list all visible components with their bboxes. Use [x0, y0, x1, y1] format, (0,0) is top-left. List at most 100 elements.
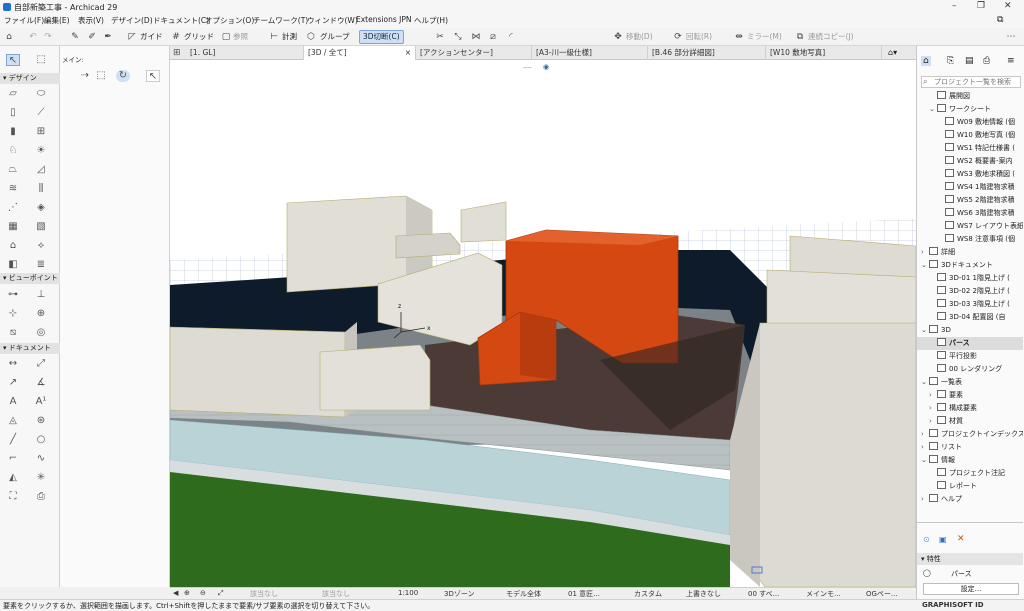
mep-button[interactable]: メインモ... — [806, 589, 841, 599]
split-icon[interactable]: ✂ — [434, 31, 446, 43]
lamp-tool-icon[interactable]: ☀ — [34, 145, 48, 157]
group-icon[interactable]: ⬡ — [305, 31, 317, 43]
shell-tool-icon[interactable]: ◿ — [34, 164, 48, 176]
line-tool-icon[interactable]: ╱ — [6, 434, 20, 446]
nav-item[interactable]: WS1 特記仕様書 ( — [917, 142, 1023, 155]
polyline-tool-icon[interactable]: ≣ — [34, 259, 48, 271]
nav-item[interactable]: 展開図 — [917, 90, 1023, 103]
level-dimension-tool-icon[interactable]: ⤢ — [34, 358, 48, 370]
nav-item[interactable]: ⌄ 3Dドキュメント — [917, 259, 1023, 272]
image-tool-icon[interactable]: ⛶ — [6, 491, 20, 503]
nav-item[interactable]: WS8 注意事項 (個 — [917, 233, 1023, 246]
navigator-menu-icon[interactable]: ≡ — [1007, 56, 1015, 66]
layer-combo-button[interactable]: 01 意匠... — [568, 589, 600, 599]
tab-b46-detail[interactable]: [B.46 部分詳細図] — [648, 46, 766, 60]
reference-button[interactable]: 参照 — [233, 31, 248, 42]
nav-item[interactable]: WS5 2階建物求積 — [917, 194, 1023, 207]
nav-item[interactable]: ⌄ 一覧表 — [917, 376, 1023, 389]
maximize-button[interactable]: ❐ — [977, 1, 985, 11]
dimension-tool-icon[interactable]: ↔ — [6, 358, 20, 370]
nav-item[interactable]: 3D-02 2階見上げ ( — [917, 285, 1023, 298]
chevron-icon[interactable]: › — [921, 428, 929, 441]
menu-extensions-jpn[interactable]: Extensions JPN — [356, 15, 411, 24]
mirror-button[interactable]: ミラー(M) — [747, 31, 782, 42]
move-icon[interactable]: ✥ — [612, 31, 624, 43]
adjust-icon[interactable]: ⤡ — [452, 31, 464, 43]
tab-a3-spec[interactable]: [A3-川一級仕様] — [532, 46, 648, 60]
nav-item[interactable]: 平行投影 — [917, 350, 1023, 363]
pen-set-button[interactable]: カスタム — [634, 589, 662, 599]
mirror-icon[interactable]: ⇹ — [733, 31, 745, 43]
chevron-icon[interactable]: › — [921, 246, 929, 259]
menu-options[interactable]: オプション(O) — [205, 15, 254, 26]
detail-tool-icon[interactable]: ⧅ — [6, 327, 20, 339]
nav-item[interactable]: › 詳細 — [917, 246, 1023, 259]
nav-item[interactable]: W09 敷地情報 (個 — [917, 116, 1023, 129]
nav-item[interactable]: 3D-04 配置図 (自 — [917, 311, 1023, 324]
label-tool-icon[interactable]: A¹ — [34, 396, 48, 408]
3d-viewport[interactable]: ---- ◉ z x — [170, 60, 916, 587]
undo-icon[interactable]: ↶ — [27, 31, 39, 43]
chevron-icon[interactable]: ⌄ — [921, 376, 929, 389]
close-window-button[interactable]: ✕ — [1004, 1, 1012, 11]
multicopy-icon[interactable]: ⧉ — [794, 31, 806, 43]
interior-elevation-tool-icon[interactable]: ⊹ — [6, 308, 20, 320]
orbit-icon[interactable]: ↻ — [116, 70, 130, 82]
stair-tool-icon[interactable]: ≋ — [6, 183, 20, 195]
tab-action-center[interactable]: [アクションセンター] — [416, 46, 532, 60]
chevron-icon[interactable]: ⌄ — [921, 324, 929, 337]
grid-icon[interactable]: # — [170, 31, 182, 43]
spline-tool-icon[interactable]: ∿ — [34, 453, 48, 465]
guide-button[interactable]: ガイド — [140, 31, 163, 42]
layout-book-icon[interactable]: ▤ — [965, 56, 974, 66]
minimize-button[interactable]: – — [952, 1, 957, 11]
chevron-icon[interactable]: ⌄ — [921, 454, 929, 467]
object-tool-icon[interactable]: ♘ — [6, 145, 20, 157]
menu-window[interactable]: ウィンドウ(W) — [307, 15, 358, 26]
new-view-icon[interactable]: ⊙ — [923, 535, 930, 544]
scale-button[interactable]: 1:100 — [398, 589, 418, 597]
hotspot-tool-icon[interactable]: ⊛ — [34, 415, 48, 427]
nav-item[interactable]: › 材質 — [917, 415, 1023, 428]
grid-button[interactable]: グリッド — [184, 31, 214, 42]
menu-teamwork[interactable]: チームワーク(T) — [253, 15, 308, 26]
beam-tool-icon[interactable]: ⟋ — [34, 107, 48, 119]
group-button[interactable]: グループ — [320, 31, 350, 42]
mesh-tool-icon[interactable]: ▧ — [34, 221, 48, 233]
arrow-tool-icon[interactable]: ↖ — [6, 54, 20, 66]
roof-tool-icon[interactable]: ⬭ — [34, 88, 48, 100]
settings-button[interactable]: 設定... — [923, 583, 1019, 595]
camera-tool-icon[interactable]: ⎙ — [34, 491, 48, 503]
measure-icon[interactable]: ⊢ — [268, 31, 280, 43]
3d-zone-button[interactable]: 3Dゾーン — [444, 589, 475, 599]
nav-item[interactable]: › 要素 — [917, 389, 1023, 402]
menu-edit[interactable]: 編集(E) — [44, 15, 70, 26]
rotate-icon[interactable]: ⟳ — [672, 31, 684, 43]
circle-tool-icon[interactable]: ○ — [34, 434, 48, 446]
guide-icon[interactable]: ◸ — [126, 31, 138, 43]
3d-cutaway-button[interactable]: 3D切断(C) — [359, 30, 404, 44]
chevron-icon[interactable]: › — [929, 415, 937, 428]
menu-design[interactable]: デザイン(D) — [111, 15, 153, 26]
restore-doc-icon[interactable]: ⧉ — [997, 15, 1003, 25]
nav-item[interactable]: WS3 敷地求積図 ( — [917, 168, 1023, 181]
menu-help[interactable]: ヘルプ(H) — [414, 15, 448, 26]
reference-icon[interactable]: ▢ — [220, 31, 232, 43]
angle-dimension-tool-icon[interactable]: ∡ — [34, 377, 48, 389]
door-tool-icon[interactable]: ▮ — [6, 126, 20, 138]
nav-item[interactable]: WS7 レイアウト表紙 — [917, 220, 1023, 233]
project-map-icon[interactable]: ⌂ — [921, 56, 931, 66]
redo-icon[interactable]: ↷ — [42, 31, 54, 43]
nav-item[interactable]: WS2 概要書-案内 — [917, 155, 1023, 168]
nav-item[interactable]: プロジェクト注記 — [917, 467, 1023, 480]
view-map-icon[interactable]: ⎘ — [947, 56, 954, 66]
nav-item[interactable]: ⌄ 3D — [917, 324, 1023, 337]
menu-document[interactable]: ドキュメント(C) — [153, 15, 209, 26]
section-tool-icon[interactable]: ⊶ — [6, 289, 20, 301]
nav-item[interactable]: 3D-03 3階見上げ ( — [917, 298, 1023, 311]
fit-icon[interactable]: ⤢ — [218, 589, 224, 598]
og-button[interactable]: OGペー... — [866, 589, 898, 599]
delete-view-icon[interactable]: ✕ — [957, 534, 965, 544]
zoom-in-icon[interactable]: ⊕ — [184, 589, 190, 597]
nav-item[interactable]: 00 レンダリング — [917, 363, 1023, 376]
